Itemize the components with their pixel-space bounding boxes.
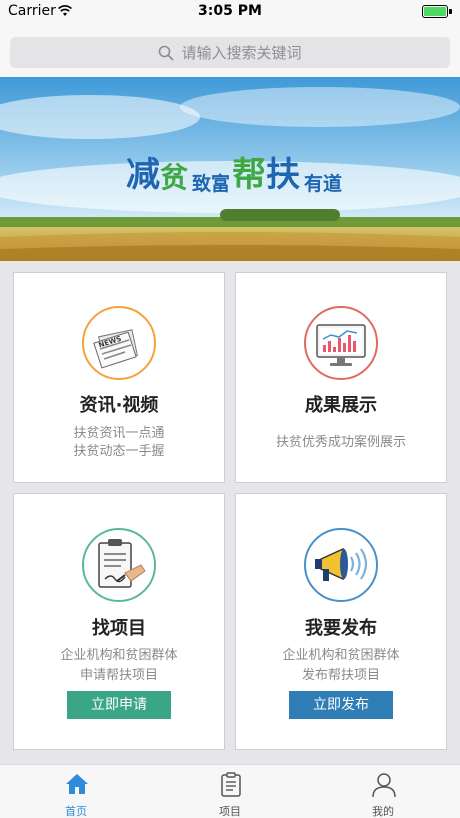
card-news-video[interactable]: NEWS 资讯·视频 扶贫资讯一点通 扶贫动态一手握	[13, 272, 225, 483]
home-icon	[66, 774, 88, 794]
card-publish-desc-line2: 发布帮扶项目	[301, 668, 380, 683]
search-icon	[159, 45, 174, 60]
slogan-char-3: 致富	[192, 173, 231, 195]
battery-icon	[422, 5, 448, 18]
promo-banner[interactable]: 减 贫 致富 帮 扶 有道	[0, 77, 460, 261]
megaphone-icon	[304, 528, 378, 602]
clipboard-icon	[221, 772, 241, 797]
card-results-desc: 扶贫优秀成功案例展示	[236, 434, 446, 452]
search-placeholder: 请输入搜索关键词	[181, 44, 302, 62]
apply-now-button[interactable]: 立即申请	[67, 691, 171, 719]
card-find-project-title: 找项目	[92, 618, 146, 639]
card-publish[interactable]: 我要发布 企业机构和贫困群体 发布帮扶项目 立即发布	[235, 493, 447, 750]
tab-mine-label: 我的	[372, 805, 394, 818]
tab-bar: 首页 项目 我的	[0, 764, 460, 818]
search-bar: 请输入搜索关键词	[0, 24, 460, 77]
card-find-project-desc: 企业机构和贫困群体 申请帮扶项目	[14, 646, 224, 686]
card-find-project-desc-line1: 企业机构和贫困群体	[60, 648, 178, 663]
card-publish-desc-line1: 企业机构和贫困群体	[282, 648, 400, 663]
slogan-char-5: 扶	[266, 155, 301, 195]
slogan-char-4: 帮	[232, 155, 267, 195]
clock: 3:05 PM	[198, 3, 262, 19]
card-find-project-desc-line2: 申请帮扶项目	[79, 668, 158, 683]
card-results-title: 成果展示	[305, 395, 377, 416]
card-news-desc: 扶贫资讯一点通 扶贫动态一手握	[14, 425, 224, 461]
banner-slogan: 减 贫 致富 帮 扶 有道	[126, 147, 342, 196]
tab-projects[interactable]: 项目	[170, 765, 290, 818]
slogan-char-2: 贫	[160, 161, 189, 194]
user-icon	[372, 773, 396, 798]
tab-home[interactable]: 首页	[16, 765, 136, 818]
search-input[interactable]: 请输入搜索关键词	[10, 37, 450, 68]
card-publish-desc: 企业机构和贫困群体 发布帮扶项目	[236, 646, 446, 686]
tab-projects-label: 项目	[219, 805, 241, 818]
card-publish-title: 我要发布	[305, 618, 377, 639]
slogan-char-1: 减	[126, 155, 160, 195]
status-bar: Carrier 3:05 PM	[0, 0, 460, 24]
card-find-project[interactable]: 找项目 企业机构和贫困群体 申请帮扶项目 立即申请	[13, 493, 225, 750]
clipboard-sign-icon	[82, 528, 156, 602]
newspaper-icon: NEWS	[82, 306, 156, 380]
card-results-desc-line1: 扶贫优秀成功案例展示	[275, 435, 406, 450]
card-news-desc-line1: 扶贫资讯一点通	[73, 426, 165, 441]
monitor-chart-icon	[304, 306, 378, 380]
battery-tip	[449, 9, 452, 14]
card-news-title: 资讯·视频	[79, 395, 159, 416]
card-news-desc-line2: 扶贫动态一手握	[73, 444, 165, 459]
slogan-char-6: 有道	[304, 173, 343, 195]
tab-mine[interactable]: 我的	[323, 765, 443, 818]
publish-now-button[interactable]: 立即发布	[289, 691, 393, 719]
tab-home-label: 首页	[65, 805, 87, 818]
card-results[interactable]: 成果展示 扶贫优秀成功案例展示	[235, 272, 447, 483]
feature-grid: NEWS 资讯·视频 扶贫资讯一点通 扶贫动态一手握 成果展示 扶贫优秀成功案例…	[0, 261, 460, 764]
